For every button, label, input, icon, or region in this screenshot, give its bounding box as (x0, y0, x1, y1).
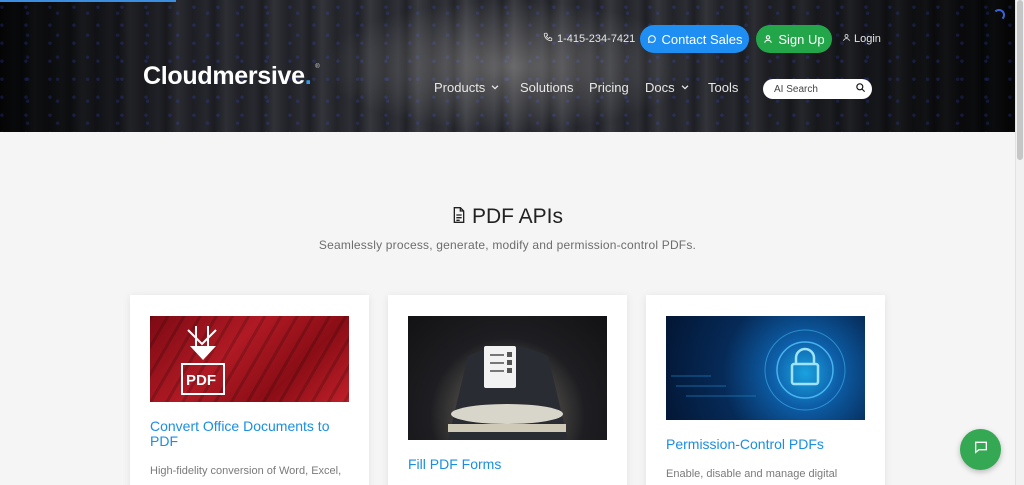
nav-tools-label: Tools (708, 80, 739, 95)
api-card-fill-forms[interactable]: Fill PDF Forms (388, 295, 627, 485)
section-subtitle: Seamlessly process, generate, modify and… (318, 238, 697, 252)
pdf-image-label: PDF (186, 372, 216, 389)
nav-pricing[interactable]: Pricing (589, 80, 629, 95)
ai-search-box[interactable] (763, 79, 872, 99)
contact-sales-label: Contact Sales (661, 31, 743, 47)
live-chat-button[interactable] (960, 429, 1001, 470)
page-load-progress (0, 0, 176, 2)
search-icon[interactable] (855, 80, 866, 98)
nav-docs-label: Docs (645, 80, 675, 95)
nav-solutions[interactable]: Solutions (520, 80, 573, 95)
chat-bubble-icon (647, 32, 657, 47)
card-description: High-fidelity conversion of Word, Excel, (150, 465, 342, 477)
search-input[interactable] (774, 83, 846, 95)
document-icon (452, 205, 466, 229)
sign-up-button[interactable]: Sign Up (756, 25, 832, 53)
api-card-permission-control[interactable]: Permission-Control PDFs Enable, disable … (646, 295, 885, 485)
section-title: PDF APIs (0, 205, 1015, 229)
user-outline-icon (842, 33, 851, 45)
chevron-down-icon (490, 80, 500, 95)
chat-icon (973, 439, 989, 460)
logo-text: Cloudmersive (143, 62, 305, 90)
nav-products[interactable]: Products (434, 80, 500, 95)
phone-link[interactable]: 1-415-234-7421 (543, 32, 635, 45)
user-icon (763, 32, 773, 47)
site-logo[interactable]: Cloudmersive. ® (143, 62, 320, 91)
nav-pricing-label: Pricing (589, 80, 629, 95)
logo-dot: . (304, 62, 312, 90)
sign-up-label: Sign Up (778, 31, 825, 47)
card-title[interactable]: Permission-Control PDFs (666, 437, 824, 452)
card-image-fill-forms (408, 316, 607, 440)
login-label: Login (854, 33, 881, 45)
phone-number: 1-415-234-7421 (557, 32, 636, 45)
login-link[interactable]: Login (842, 33, 881, 45)
vertical-scrollbar[interactable] (1015, 0, 1024, 485)
loading-spinner-icon (993, 9, 1005, 21)
card-image-security (666, 316, 865, 420)
phone-icon (543, 32, 553, 45)
nav-tools[interactable]: Tools (708, 80, 738, 95)
nav-docs[interactable]: Docs (645, 80, 690, 95)
section-title-text: PDF APIs (471, 205, 564, 228)
nav-solutions-label: Solutions (520, 80, 574, 95)
nav-products-label: Products (434, 80, 486, 95)
chevron-down-icon (680, 80, 690, 95)
lock-icon (671, 329, 846, 411)
header-background (320, 0, 700, 132)
scrollbar-thumb[interactable] (1017, 0, 1023, 160)
api-card-convert-office[interactable]: PDF Convert Office Documents to PDF High… (130, 295, 369, 485)
form-tablet-illustration (448, 346, 568, 440)
logo-registered-mark: ® (315, 64, 320, 70)
card-title[interactable]: Convert Office Documents to PDF (150, 419, 349, 449)
card-image-pdf-conversion: PDF (150, 316, 349, 402)
card-title[interactable]: Fill PDF Forms (408, 457, 501, 472)
contact-sales-button[interactable]: Contact Sales (640, 25, 749, 53)
card-description: Enable, disable and manage digital (666, 468, 838, 480)
